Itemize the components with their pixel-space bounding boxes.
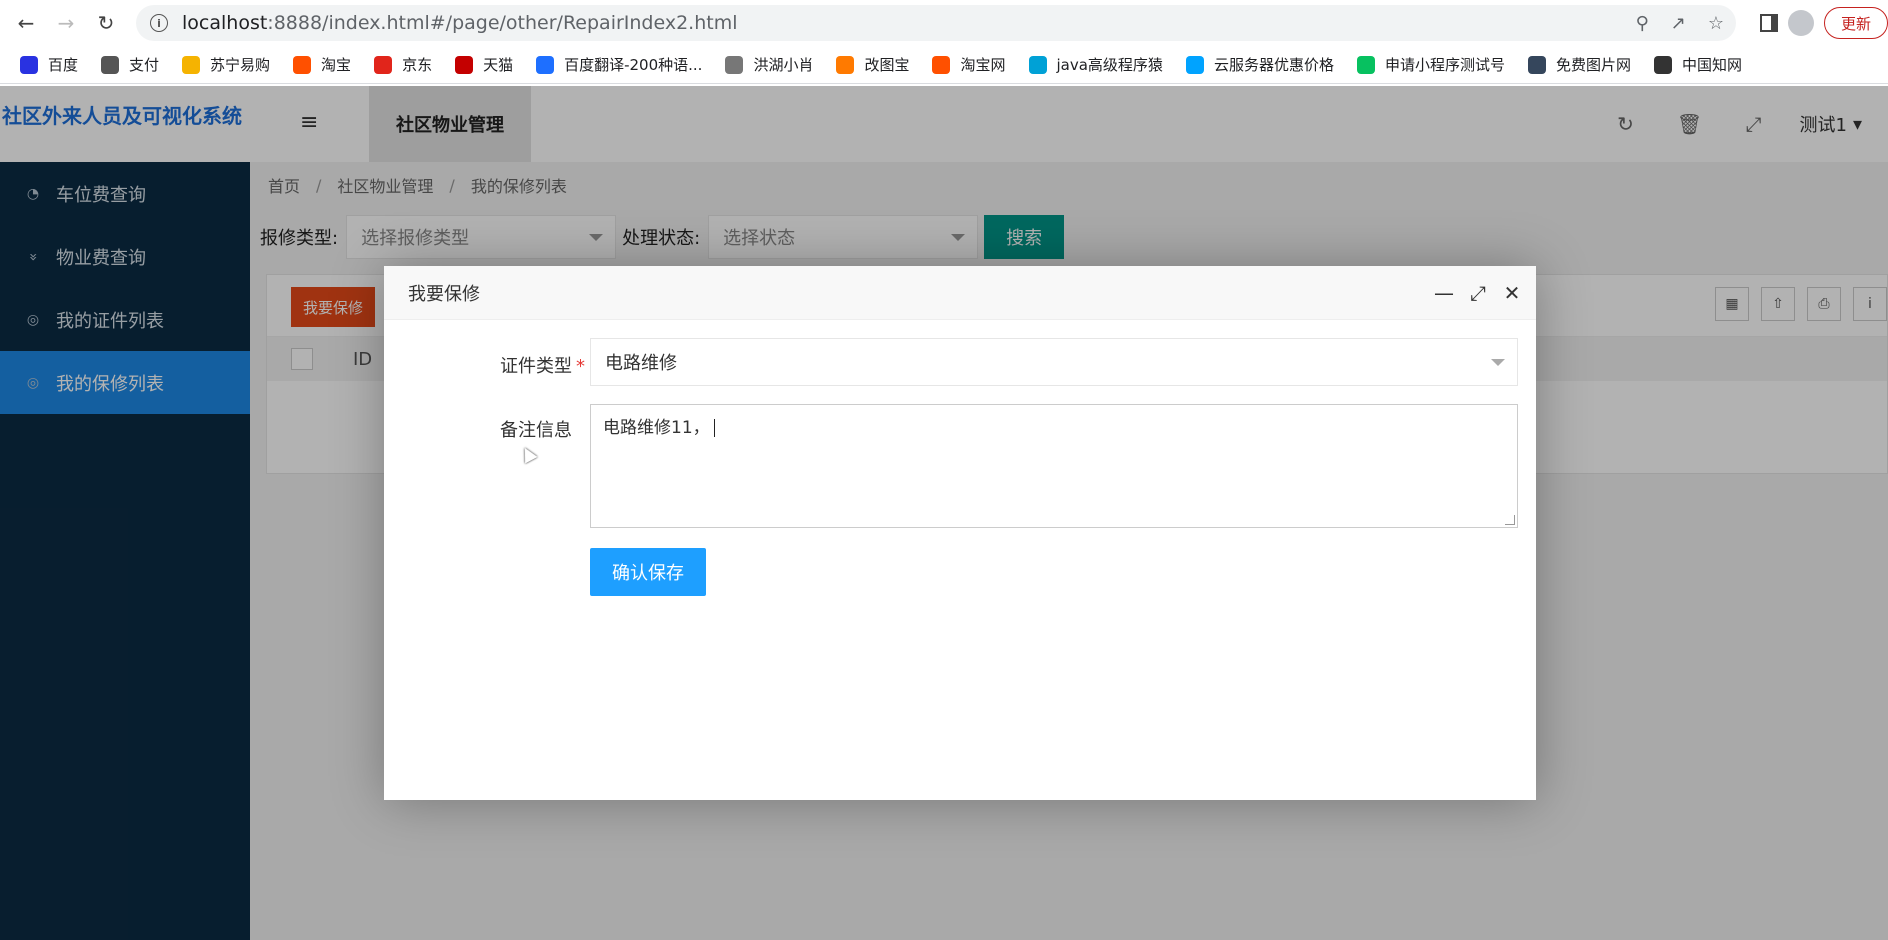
tumblr-icon [1527, 55, 1546, 74]
bookmark-label: 中国知网 [1681, 56, 1742, 74]
url-path: :8888/index.html#/page/other/RepairIndex… [267, 12, 738, 34]
resize-handle-icon[interactable] [1505, 515, 1515, 525]
confirm-save-button[interactable]: 确认保存 [590, 548, 706, 596]
wechat-icon [1356, 55, 1375, 74]
baidu-icon [20, 55, 38, 74]
bookmark-label: 苏宁易购 [210, 56, 271, 74]
bookmark-label: 天猫 [483, 56, 514, 74]
cnki-icon [1653, 55, 1672, 74]
browser-toolbar: ← → ↻ i localhost:8888/index.html#/page/… [0, 0, 1888, 46]
bookmark-label: 免费图片网 [1555, 56, 1631, 74]
bookmark-item[interactable]: java高级程序猿 [1028, 54, 1163, 75]
bookmark-item[interactable]: 中国知网 [1653, 54, 1742, 75]
remark-label: 备注信息 [500, 420, 572, 441]
bookmark-label: 改图宝 [864, 56, 910, 74]
bookmark-label: 洪湖小肖 [753, 56, 814, 74]
star-icon[interactable]: ☆ [1708, 13, 1724, 34]
globe-icon [101, 55, 120, 74]
close-icon[interactable]: ✕ [1502, 281, 1522, 305]
bookmark-label: 申请小程序测试号 [1384, 56, 1505, 74]
address-bar[interactable]: i localhost:8888/index.html#/page/other/… [136, 5, 1736, 41]
translate-icon [536, 55, 555, 74]
cert-type-label: 证件类型 * [500, 352, 585, 378]
bookmark-item[interactable]: 百度 [20, 54, 78, 75]
share-icon[interactable]: ↗ [1671, 13, 1686, 34]
remark-textarea[interactable]: 电路维修11， [590, 404, 1518, 528]
bookmark-item[interactable]: 云服务器优惠价格 [1185, 54, 1334, 75]
back-icon[interactable]: ← [6, 3, 46, 43]
update-button[interactable]: 更新 [1823, 7, 1888, 39]
jd-icon [374, 55, 393, 74]
bookmark-label: 百度翻译-200种语... [564, 56, 703, 74]
bookmark-item[interactable]: 京东 [374, 54, 432, 75]
dialog-titlebar: 我要保修 — ⤢ ✕ [384, 266, 1536, 320]
suning-icon [182, 55, 201, 74]
bookmark-label: 百度 [48, 56, 79, 74]
bookmark-item[interactable]: 百度翻译-200种语... [536, 54, 702, 75]
reload-icon[interactable]: ↻ [86, 3, 126, 43]
url-host: localhost [182, 12, 268, 34]
required-mark: * [576, 356, 585, 377]
bookmark-item[interactable]: 改图宝 [836, 54, 909, 75]
key-icon[interactable]: ⚲ [1636, 13, 1649, 34]
forward-icon[interactable]: → [46, 3, 86, 43]
tmall-icon [455, 55, 474, 74]
side-panel-icon[interactable] [1759, 14, 1778, 32]
caret-down-icon [1491, 359, 1505, 366]
bookmarks-bar: 百度 支付 苏宁易购 淘宝 京东 天猫 百度翻译-200种语... 洪湖小肖 改图宝 淘宝网 jav… [0, 46, 1888, 84]
bookmark-label: 淘宝 [321, 56, 352, 74]
maximize-icon[interactable]: ⤢ [1468, 281, 1488, 305]
bookmark-item[interactable]: 苏宁易购 [182, 54, 270, 75]
bookmark-item[interactable]: 支付 [101, 54, 159, 75]
taobao-icon [293, 55, 312, 74]
bookmark-label: 支付 [129, 56, 160, 74]
cert-type-select[interactable]: 电路维修 [590, 338, 1518, 386]
cert-type-label-text: 证件类型 [500, 356, 572, 377]
text-cursor [713, 419, 715, 437]
gaitubao-icon [836, 55, 855, 74]
taobao-icon [932, 55, 951, 74]
minimize-icon[interactable]: — [1434, 281, 1454, 305]
bookmark-item[interactable]: 免费图片网 [1527, 54, 1631, 75]
cert-type-value: 电路维修 [605, 353, 677, 374]
site-info-icon[interactable]: i [150, 14, 168, 32]
bookmark-item[interactable]: 洪湖小肖 [725, 54, 813, 75]
repair-dialog: 我要保修 — ⤢ ✕ 证件类型 * 电路维修 备注信息 电路维修11， 确认保存 [384, 266, 1536, 800]
bird-icon [725, 55, 744, 74]
bookmark-item[interactable]: 淘宝网 [932, 54, 1006, 75]
dialog-title: 我要保修 [408, 283, 480, 305]
url-text: localhost:8888/index.html#/page/other/Re… [182, 12, 738, 34]
bookmark-label: 京东 [402, 56, 433, 74]
bookmark-label: 淘宝网 [960, 56, 1006, 74]
bookmark-item[interactable]: 天猫 [455, 54, 513, 75]
bookmark-item[interactable]: 淘宝 [293, 54, 351, 75]
bookmark-label: java高级程序猿 [1056, 56, 1163, 74]
bookmark-item[interactable]: 申请小程序测试号 [1356, 54, 1505, 75]
bilibili-icon [1028, 55, 1047, 74]
remark-value: 电路维修11， [603, 418, 710, 438]
bookmark-label: 云服务器优惠价格 [1213, 56, 1334, 74]
cloud-icon [1185, 55, 1204, 74]
profile-avatar[interactable] [1787, 10, 1814, 36]
